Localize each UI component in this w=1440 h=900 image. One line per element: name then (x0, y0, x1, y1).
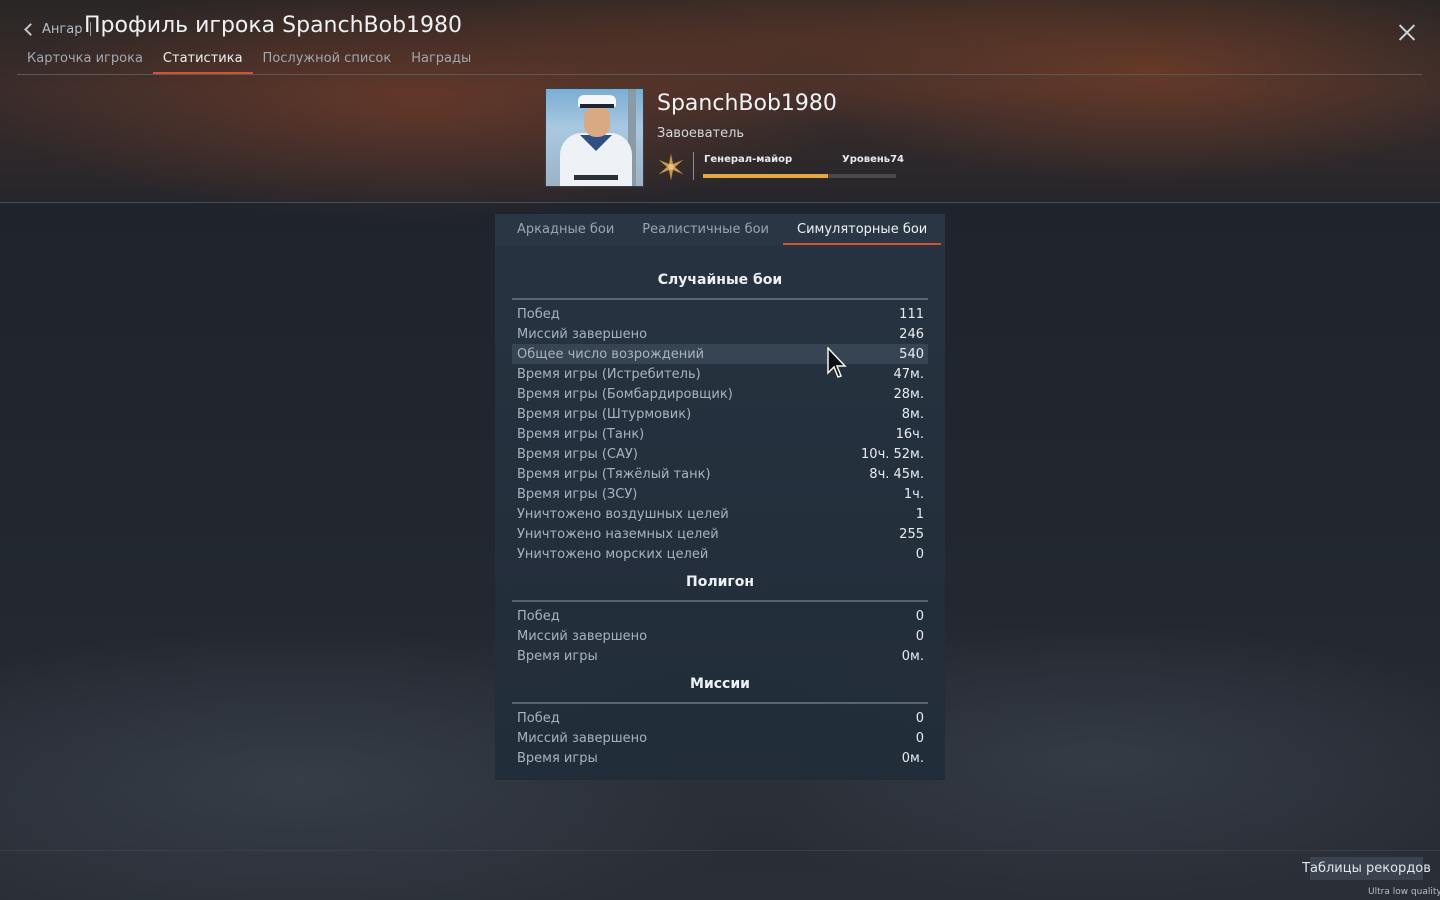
profile-tabs: Карточка игрока Статистика Послужной спи… (17, 48, 1422, 75)
divider (512, 702, 928, 704)
section-title: Случайные бои (657, 272, 783, 288)
stat-label: Побед (517, 710, 560, 726)
stat-row[interactable]: Время игры 0м. (512, 646, 928, 666)
back-label: Ангар (42, 21, 83, 37)
leaderboards-button[interactable]: Таблицы рекордов (1302, 857, 1431, 880)
stat-label: Время игры (ЗСУ) (517, 486, 638, 502)
stat-row[interactable]: Миссий завершено 0 (512, 626, 928, 646)
stat-value: 111 (899, 306, 924, 322)
stat-row[interactable]: Время игры (Тяжёлый танк) 8ч. 45м. (512, 464, 928, 484)
stat-value: 0 (915, 730, 924, 746)
stat-row[interactable]: Миссий завершено 0 (512, 728, 928, 748)
close-icon[interactable] (1397, 23, 1417, 43)
stat-value: 540 (899, 346, 924, 362)
stat-value: 1ч. (903, 486, 924, 502)
mouse-cursor-icon (827, 347, 847, 378)
stat-row[interactable]: Время игры (ЗСУ) 1ч. (512, 484, 928, 504)
player-nickname: SpanchBob1980 (657, 91, 837, 116)
stat-label: Миссий завершено (517, 326, 648, 342)
player-level: Уровень74 (842, 154, 904, 165)
quality-label: Ultra low quality (1368, 887, 1440, 897)
stat-label: Миссий завершено (517, 628, 648, 644)
stat-label: Время игры (САУ) (517, 446, 638, 462)
stat-label: Время игры (Штурмовик) (517, 406, 692, 422)
stat-row[interactable]: Уничтожено морских целей 0 (512, 544, 928, 564)
rank-name: Генерал-майор (704, 154, 793, 165)
stat-value: 255 (899, 526, 924, 542)
stat-value: 0м. (901, 648, 924, 664)
stat-value: 47м. (893, 366, 924, 382)
stat-label: Побед (517, 608, 560, 624)
divider (512, 600, 928, 602)
stat-label: Уничтожено морских целей (517, 546, 709, 562)
stat-row[interactable]: Уничтожено воздушных целей 1 (512, 504, 928, 524)
stat-row[interactable]: Время игры (Танк) 16ч. (512, 424, 928, 444)
divider (693, 152, 694, 180)
stat-value: 0 (915, 628, 924, 644)
tab-player-card[interactable]: Карточка игрока (17, 48, 153, 74)
stat-value: 0 (915, 710, 924, 726)
page-title: Профиль игрока SpanchBob1980 (84, 13, 463, 38)
stat-row[interactable]: Время игры 0м. (512, 748, 928, 768)
tab-service-record[interactable]: Послужной список (253, 48, 402, 74)
stat-row[interactable]: Уничтожено наземных целей 255 (512, 524, 928, 544)
stat-value: 10ч. 52м. (861, 446, 924, 462)
tab-realistic-battles[interactable]: Реалистичные бои (628, 214, 783, 245)
tab-simulator-battles[interactable]: Симуляторные бои (783, 214, 942, 245)
section-title: Полигон (685, 574, 754, 590)
divider (512, 298, 928, 300)
stat-row[interactable]: Общее число возрождений 540 (512, 344, 928, 364)
divider (0, 850, 1440, 851)
chevron-left-icon (24, 22, 37, 36)
stat-label: Уничтожено воздушных целей (517, 506, 729, 522)
stat-label: Время игры (Танк) (517, 426, 645, 442)
stat-value: 8ч. 45м. (869, 466, 924, 482)
stat-value: 8м. (901, 406, 924, 422)
level-progress-fill (703, 174, 829, 178)
back-to-hangar-button[interactable]: Ангар (24, 20, 92, 38)
stat-label: Общее число возрождений (517, 346, 705, 362)
stat-row[interactable]: Время игры (САУ) 10ч. 52м. (512, 444, 928, 464)
stat-row[interactable]: Время игры (Бомбардировщик) 28м. (512, 384, 928, 404)
stat-label: Время игры (Тяжёлый танк) (517, 466, 711, 482)
stat-row[interactable]: Время игры (Штурмовик) 8м. (512, 404, 928, 424)
stat-label: Время игры (517, 750, 598, 766)
stat-label: Время игры (Бомбардировщик) (517, 386, 733, 402)
profile-header: Ангар Профиль игрока SpanchBob1980 Карто… (0, 0, 1440, 203)
stat-value: 0 (915, 546, 924, 562)
tab-awards[interactable]: Награды (401, 48, 481, 74)
section-title: Миссии (690, 676, 750, 692)
stat-row[interactable]: Миссий завершено 246 (512, 324, 928, 344)
stat-label: Побед (517, 306, 560, 322)
stat-row[interactable]: Побед 0 (512, 606, 928, 626)
tab-statistics[interactable]: Статистика (152, 48, 253, 74)
stat-value: 246 (899, 326, 924, 342)
stat-row[interactable]: Время игры (Истребитель) 47м. (512, 364, 928, 384)
game-mode-tabs: Аркадные бои Реалистичные бои Симуляторн… (495, 214, 945, 245)
stat-label: Время игры (Истребитель) (517, 366, 701, 382)
level-progress-bar (703, 174, 896, 178)
stat-value: 1 (915, 506, 924, 522)
stat-row[interactable]: Побед 0 (512, 708, 928, 728)
player-title: Завоеватель (657, 126, 745, 141)
stat-value: 0м. (901, 750, 924, 766)
stat-label: Уничтожено наземных целей (517, 526, 719, 542)
stat-row[interactable]: Побед 111 (512, 304, 928, 324)
stat-value: 16ч. (895, 426, 924, 442)
tab-arcade-battles[interactable]: Аркадные бои (503, 214, 628, 245)
stat-label: Миссий завершено (517, 730, 648, 746)
avatar[interactable] (545, 88, 644, 187)
stat-value: 0 (915, 608, 924, 624)
stat-label: Время игры (517, 648, 598, 664)
stat-value: 28м. (893, 386, 924, 402)
rank-star-icon (658, 153, 684, 181)
